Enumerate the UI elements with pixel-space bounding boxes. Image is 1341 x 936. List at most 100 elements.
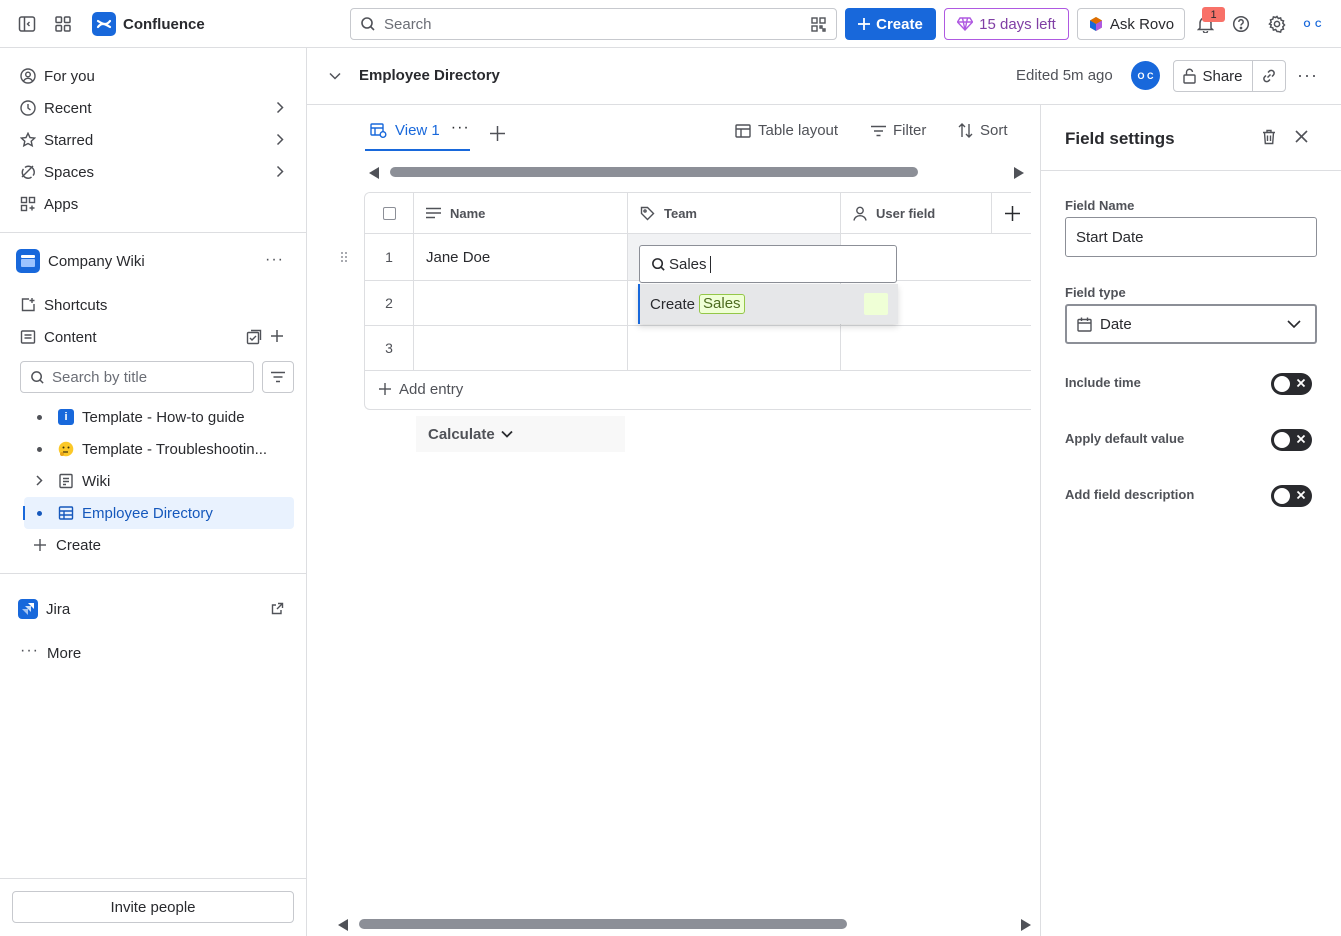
cell-team[interactable] <box>628 326 841 371</box>
scroll-right-arrow-icon[interactable] <box>1013 166 1025 180</box>
column-header-user-field[interactable]: User field <box>841 193 992 234</box>
calculate-button[interactable]: Calculate <box>416 416 625 452</box>
copy-link-button[interactable] <box>1252 60 1286 92</box>
apply-default-label: Apply default value <box>1065 431 1185 446</box>
scroll-left-arrow-icon[interactable] <box>337 918 349 932</box>
search-icon <box>651 257 666 272</box>
settings-gear-icon[interactable] <box>1268 15 1286 33</box>
content-filter-icon[interactable] <box>246 329 262 345</box>
brand-name: Confluence <box>123 15 205 33</box>
table-horizontal-scrollbar[interactable] <box>390 167 918 177</box>
row-number: 1 <box>365 234 414 281</box>
thinking-face-icon <box>58 441 74 457</box>
filter-lines-icon <box>270 371 286 383</box>
row-drag-handle-icon[interactable] <box>340 251 348 263</box>
close-icon[interactable] <box>1295 130 1308 143</box>
cell-name[interactable] <box>414 281 628 326</box>
sidebar-search-input[interactable]: Search by title <box>20 361 254 393</box>
sort-button[interactable]: Sort <box>958 122 1008 139</box>
sidebar-item-content[interactable]: Content <box>12 321 294 353</box>
profile-avatar[interactable]: O C <box>1300 14 1326 34</box>
qr-filter-icon[interactable] <box>811 17 826 32</box>
delete-trash-icon[interactable] <box>1262 129 1276 145</box>
app-switcher-icon[interactable] <box>54 15 72 33</box>
collaborator-avatar[interactable]: O C <box>1131 61 1160 90</box>
external-link-icon[interactable] <box>271 602 284 615</box>
ask-rovo-button[interactable]: Ask Rovo <box>1077 8 1185 40</box>
trial-days-button[interactable]: 15 days left <box>944 8 1069 40</box>
space-more-icon[interactable]: ··· <box>265 251 284 269</box>
create-button[interactable]: Create <box>845 8 936 40</box>
sidebar-item-shortcuts[interactable]: Shortcuts <box>12 289 294 321</box>
view-more-icon[interactable]: ··· <box>451 119 470 137</box>
create-button-label: Create <box>876 15 923 33</box>
scroll-right-arrow-icon[interactable] <box>1020 918 1032 932</box>
field-name-input[interactable]: Start Date <box>1065 217 1317 257</box>
add-description-toggle[interactable] <box>1271 485 1312 507</box>
link-icon <box>1261 68 1277 84</box>
sidebar-divider <box>0 232 306 233</box>
page-horizontal-scrollbar[interactable] <box>359 919 847 929</box>
cell-user-field[interactable] <box>841 326 1031 371</box>
sidebar-toggle-icon[interactable] <box>18 15 36 33</box>
page-title: Employee Directory <box>359 67 500 84</box>
table-layout-button[interactable]: Table layout <box>735 122 838 139</box>
space-header[interactable]: Company Wiki ··· <box>12 245 294 277</box>
create-option-menu-item[interactable]: Create Sales <box>638 284 898 324</box>
jira-logo-icon <box>18 599 38 619</box>
add-column-button[interactable] <box>992 193 1031 234</box>
column-header-team[interactable]: Team <box>628 193 841 234</box>
row-number: 2 <box>365 281 414 326</box>
sidebar-item-label: Starred <box>44 131 94 149</box>
tree-item-wiki[interactable]: Wiki <box>24 465 294 497</box>
collapse-chevron-icon[interactable] <box>329 72 341 80</box>
sidebar-create-button[interactable]: Create <box>24 529 294 561</box>
tree-item-employee-directory[interactable]: Employee Directory <box>23 497 294 529</box>
sidebar-item-starred[interactable]: Starred <box>12 124 294 156</box>
column-header-name[interactable]: Name <box>414 193 628 234</box>
sidebar-item-apps[interactable]: Apps <box>12 188 294 220</box>
space-name: Company Wiki <box>48 252 145 270</box>
chevron-right-icon <box>276 133 284 146</box>
page-more-icon[interactable]: ··· <box>1297 65 1318 86</box>
sidebar-item-more[interactable]: ··· More <box>12 637 294 669</box>
team-select-search-input[interactable]: Sales <box>639 245 897 283</box>
sidebar-filter-button[interactable] <box>262 361 294 393</box>
field-type-select[interactable]: Date <box>1065 304 1317 344</box>
help-icon[interactable] <box>1232 15 1250 33</box>
tree-item-label: Template - Troubleshootin... <box>82 440 268 458</box>
trial-label: 15 days left <box>979 15 1056 33</box>
tree-item-troubleshooting[interactable]: Template - Troubleshootin... <box>24 433 294 465</box>
text-lines-icon <box>426 207 441 219</box>
chevron-right-icon[interactable] <box>36 475 43 486</box>
active-tab-indicator <box>365 149 470 151</box>
sidebar-item-recent[interactable]: Recent <box>12 92 294 124</box>
cell-name[interactable]: Jane Doe <box>414 234 628 281</box>
sidebar-item-label: Recent <box>44 99 92 117</box>
tree-item-how-to-guide[interactable]: i Template - How-to guide <box>24 401 294 433</box>
add-view-icon[interactable] <box>490 126 505 141</box>
sidebar-item-label: Apps <box>44 195 79 213</box>
include-time-toggle[interactable] <box>1271 373 1312 395</box>
share-button[interactable]: Share <box>1173 60 1253 92</box>
apply-default-toggle[interactable] <box>1271 429 1312 451</box>
filter-button[interactable]: Filter <box>871 122 926 139</box>
sidebar-item-for-you[interactable]: For you <box>12 60 294 92</box>
plus-icon <box>34 539 46 551</box>
sidebar-item-jira[interactable]: Jira <box>12 593 294 625</box>
scroll-left-arrow-icon[interactable] <box>368 166 380 180</box>
cell-name[interactable] <box>414 326 628 371</box>
notification-count-badge: 1 <box>1202 7 1225 22</box>
content-add-icon[interactable] <box>270 329 284 343</box>
invite-people-button[interactable]: Invite people <box>12 891 294 923</box>
select-all-checkbox[interactable] <box>382 206 396 220</box>
chevron-right-icon <box>276 101 284 114</box>
option-color-swatch[interactable] <box>864 293 888 315</box>
person-icon <box>853 206 867 221</box>
sidebar-item-spaces[interactable]: Spaces <box>12 156 294 188</box>
add-entry-button[interactable]: Add entry <box>365 369 1031 409</box>
global-search-input[interactable]: Search <box>350 8 837 40</box>
confluence-logo[interactable]: Confluence <box>92 12 205 36</box>
tree-item-label: Employee Directory <box>82 504 213 522</box>
tab-view-1[interactable]: View 1 ··· <box>370 119 470 139</box>
